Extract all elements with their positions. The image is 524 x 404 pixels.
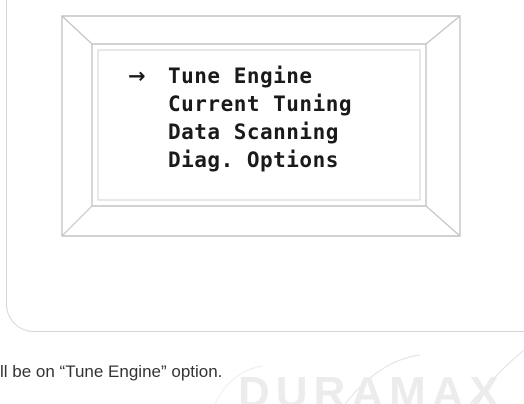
menu-item-current-tuning[interactable]: Current Tuning <box>124 90 414 118</box>
arrow-right-icon: → <box>128 64 147 88</box>
menu-item-data-scanning[interactable]: Data Scanning <box>124 118 414 146</box>
menu-item-label: Diag. Options <box>168 148 339 172</box>
menu-item-tune-engine[interactable]: → Tune Engine <box>124 62 414 90</box>
menu-item-label: Data Scanning <box>168 120 339 144</box>
screen-bevel-frame <box>61 15 461 237</box>
screen-menu: → Tune Engine Current Tuning Data Scanni… <box>124 62 414 174</box>
menu-item-label: Current Tuning <box>168 92 353 116</box>
menu-item-label: Tune Engine <box>168 64 313 88</box>
instruction-caption: ll be on “Tune Engine” option. <box>0 362 223 381</box>
brand-watermark: DURAMAX <box>238 368 505 404</box>
menu-item-diag-options[interactable]: Diag. Options <box>124 146 414 174</box>
stage: → Tune Engine Current Tuning Data Scanni… <box>0 0 524 404</box>
